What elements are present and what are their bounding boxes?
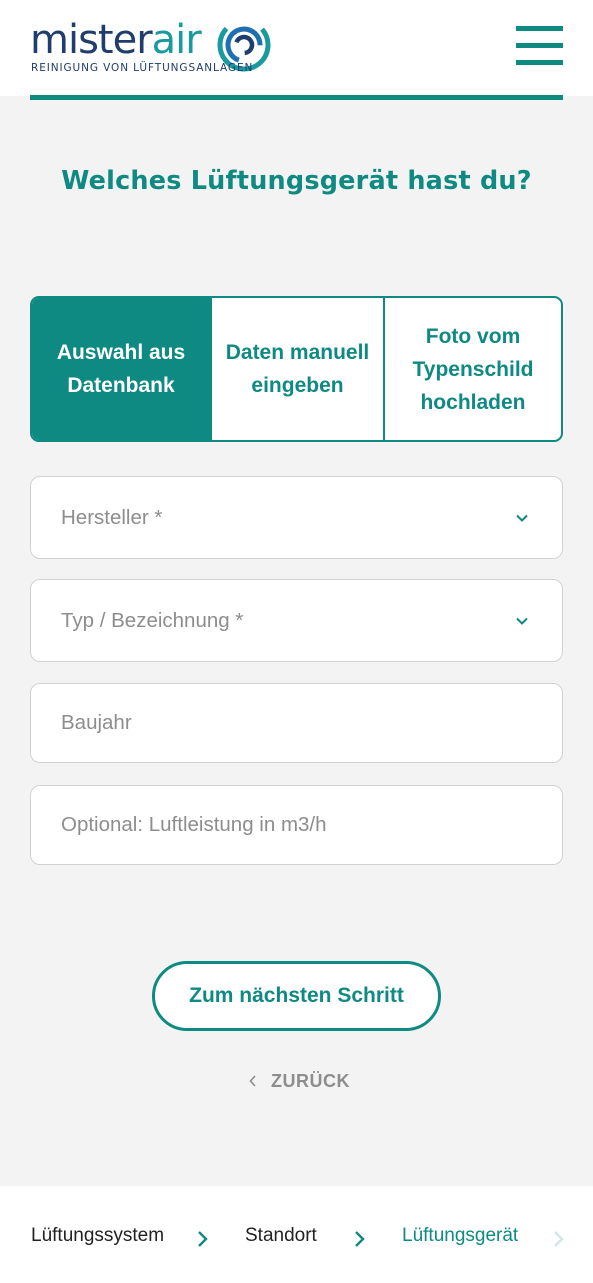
year-placeholder: Baujahr (61, 711, 132, 734)
logo-tagline: REINIGUNG VON LÜFTUNGSANLAGEN (31, 62, 254, 74)
chevron-right-icon (355, 1231, 365, 1247)
breadcrumb-ventilation-device[interactable]: Lüftungsgerät (402, 1225, 518, 1247)
chevron-down-icon (516, 514, 528, 522)
chevron-right-icon (198, 1231, 208, 1247)
chevron-left-icon (249, 1075, 256, 1087)
chevron-down-icon (516, 617, 528, 625)
header-divider (30, 95, 563, 100)
back-link[interactable]: ZURÜCK (248, 1068, 350, 1094)
tab-photo-upload[interactable]: Foto vom Typenschild hochladen (385, 298, 561, 440)
logo-wordmark: misterair (30, 17, 202, 63)
type-select[interactable]: Typ / Bezeichnung * (30, 579, 563, 662)
misterair-logo[interactable]: misterair REINIGUNG VON LÜFTUNGSANLAGEN (30, 16, 275, 80)
airflow-placeholder: Optional: Luftleistung in m3/h (61, 813, 327, 836)
site-header: misterair REINIGUNG VON LÜFTUNGSANLAGEN (0, 0, 593, 96)
page-title: Welches Lüftungsgerät hast du? (61, 166, 532, 196)
hamburger-menu-icon[interactable] (516, 26, 564, 68)
tab-database-selection[interactable]: Auswahl aus Datenbank (32, 298, 210, 440)
airflow-input[interactable]: Optional: Luftleistung in m3/h (30, 785, 563, 865)
year-input[interactable]: Baujahr (30, 683, 563, 763)
chevron-right-icon (554, 1231, 564, 1247)
tab-manual-entry[interactable]: Daten manuell eingeben (210, 298, 385, 440)
input-method-tabs: Auswahl aus Datenbank Daten manuell eing… (30, 296, 563, 442)
type-placeholder: Typ / Bezeichnung * (61, 608, 244, 632)
manufacturer-placeholder: Hersteller * (61, 505, 163, 529)
progress-breadcrumb: Lüftungssystem Standort Lüftungsgerät (0, 1186, 593, 1283)
manufacturer-select[interactable]: Hersteller * (30, 476, 563, 559)
back-link-label: ZURÜCK (271, 1070, 350, 1091)
breadcrumb-ventilation-system[interactable]: Lüftungssystem (31, 1225, 164, 1247)
breadcrumb-location[interactable]: Standort (245, 1225, 317, 1247)
next-step-button[interactable]: Zum nächsten Schritt (152, 961, 441, 1031)
